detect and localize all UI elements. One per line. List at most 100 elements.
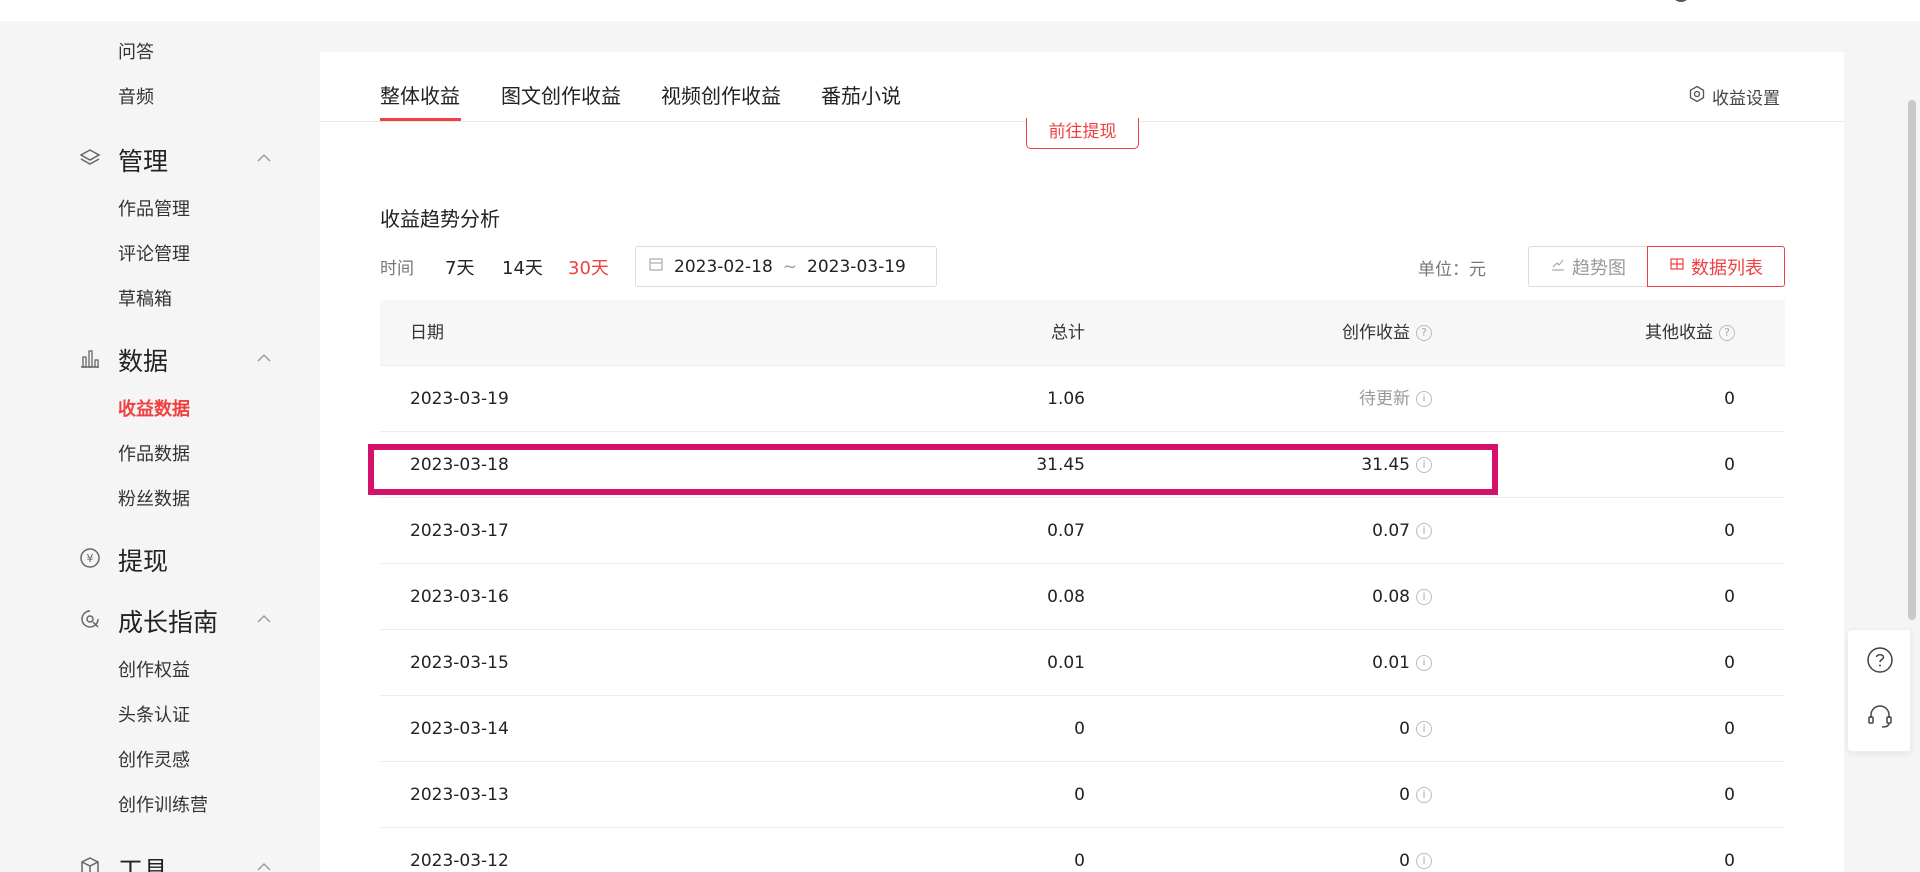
info-icon[interactable]: i	[1416, 391, 1432, 407]
date-separator: ~	[782, 256, 798, 277]
tab-video[interactable]: 视频创作收益	[661, 80, 781, 109]
svg-text:¥: ¥	[87, 552, 94, 565]
info-icon[interactable]: i	[1416, 721, 1432, 737]
cell-total: 1.06	[1047, 389, 1085, 409]
chevron-up-icon[interactable]	[254, 148, 274, 168]
cell-creation-value: 0	[1399, 719, 1410, 739]
range-30-days[interactable]: 30天	[568, 254, 609, 280]
tab-novel[interactable]: 番茄小说	[821, 80, 901, 109]
cell-date: 2023-03-18	[410, 455, 509, 475]
headset-icon	[1866, 702, 1894, 734]
unit-label: 单位：元	[1418, 260, 1486, 280]
table-row: 2023-03-16 0.08 0.08 i 0	[380, 564, 1785, 630]
cell-total: 0.08	[1047, 587, 1085, 607]
chevron-up-icon[interactable]	[254, 609, 274, 629]
cell-date: 2023-03-17	[410, 521, 509, 541]
range-14-days[interactable]: 14天	[502, 254, 543, 280]
info-icon[interactable]: i	[1416, 523, 1432, 539]
help-button[interactable]	[1864, 646, 1896, 678]
sidebar-group-withdraw[interactable]: ¥ 提现	[78, 540, 278, 576]
info-icon[interactable]: i	[1416, 787, 1432, 803]
cell-creation: 0i	[1399, 828, 1432, 872]
tab-active-indicator	[380, 118, 461, 121]
withdraw-button[interactable]: 前往提现	[1026, 118, 1139, 149]
header-other: 其他收益 ?	[1645, 300, 1735, 366]
revenue-settings-link[interactable]: 收益设置	[1688, 84, 1780, 109]
info-icon[interactable]: i	[1416, 655, 1432, 671]
sidebar-item-works-data[interactable]: 作品数据	[118, 440, 190, 466]
sidebar-item-creator-rights[interactable]: 创作权益	[118, 656, 190, 682]
sidebar-item-revenue-data[interactable]: 收益数据	[118, 395, 190, 421]
cell-creation: 31.45 i	[1361, 432, 1432, 498]
cell-creation-value: 待更新	[1359, 389, 1410, 409]
date-end: 2023-03-19	[807, 256, 906, 277]
revenue-table: 日期 总计 创作收益 ? 其他收益 ? 2023-03-19 1.06 待更新 i 0 2…	[380, 300, 1785, 872]
cell-creation: 0i	[1399, 696, 1432, 762]
header-total: 总计	[1051, 323, 1085, 343]
cell-creation-value: 0.07	[1372, 521, 1410, 541]
customer-service-button[interactable]	[1864, 702, 1896, 734]
sidebar-item-qa[interactable]: 问答	[118, 38, 154, 64]
question-circle-icon	[1866, 646, 1894, 678]
cell-total: 0	[1074, 851, 1085, 871]
cell-total: 0.01	[1047, 653, 1085, 673]
cell-date: 2023-03-12	[410, 851, 509, 871]
header-other-label: 其他收益	[1645, 323, 1713, 343]
cell-creation-value: 31.45	[1361, 455, 1410, 475]
help-icon[interactable]: ?	[1416, 325, 1432, 341]
table-body: 2023-03-19 1.06 待更新 i 0 2023-03-18 31.45 31.45 i…	[380, 366, 1785, 872]
line-chart-icon	[1550, 256, 1566, 277]
scrollbar[interactable]	[1908, 100, 1916, 620]
date-range-picker[interactable]: 2023-02-18 ~ 2023-03-19	[635, 246, 937, 287]
cell-other: 0	[1724, 653, 1735, 673]
trend-chart-button[interactable]: 趋势图	[1528, 246, 1648, 287]
info-icon[interactable]: i	[1416, 589, 1432, 605]
sidebar-item-training-camp[interactable]: 创作训练营	[118, 791, 208, 817]
table-row: 2023-03-19 1.06 待更新 i 0	[380, 366, 1785, 432]
help-icon[interactable]: ?	[1719, 325, 1735, 341]
cell-other: 0	[1724, 521, 1735, 541]
trend-chart-label: 趋势图	[1572, 257, 1626, 279]
sidebar-group-data[interactable]: 数据	[78, 340, 278, 376]
chevron-up-icon[interactable]	[254, 857, 274, 872]
header-creation: 创作收益 ?	[1342, 300, 1432, 366]
cell-creation: 待更新 i	[1359, 366, 1432, 432]
date-start: 2023-02-18	[674, 256, 773, 277]
sidebar-group-label: 数据	[118, 347, 169, 376]
sidebar-item-fans-data[interactable]: 粉丝数据	[118, 485, 190, 511]
data-list-button[interactable]: 数据列表	[1647, 246, 1785, 287]
table-icon	[1669, 256, 1685, 277]
bar-chart-icon	[78, 346, 102, 370]
table-row: 2023-03-18 31.45 31.45 i 0	[380, 432, 1785, 498]
tab-overall[interactable]: 整体收益	[380, 80, 460, 109]
chevron-up-icon[interactable]	[254, 348, 274, 368]
table-row: 2023-03-14 0 0 i 0	[380, 696, 1785, 762]
cell-other: 0	[1724, 785, 1735, 805]
sidebar-item-inspiration[interactable]: 创作灵感	[118, 746, 190, 772]
sidebar-item-audio[interactable]: 音频	[118, 83, 154, 109]
data-list-label: 数据列表	[1691, 257, 1763, 279]
sidebar-item-comments[interactable]: 评论管理	[118, 240, 190, 266]
sidebar-group-growth[interactable]: 成长指南	[78, 601, 278, 637]
cell-date: 2023-03-16	[410, 587, 509, 607]
sidebar-group-manage[interactable]: 管理	[78, 140, 278, 176]
sidebar-item-works-manage[interactable]: 作品管理	[118, 195, 190, 221]
info-icon[interactable]: i	[1416, 853, 1432, 869]
sidebar-group-tools[interactable]: 工具	[78, 849, 278, 872]
settings-icon	[1688, 85, 1706, 108]
info-icon[interactable]: i	[1416, 457, 1432, 473]
user-icon[interactable]	[1672, 0, 1690, 2]
cell-creation-value: 0	[1399, 785, 1410, 805]
tab-article[interactable]: 图文创作收益	[501, 80, 621, 109]
compass-icon	[78, 607, 102, 631]
range-7-days[interactable]: 7天	[445, 254, 474, 280]
layers-icon	[78, 146, 102, 170]
cell-creation: 0.07 i	[1372, 498, 1432, 564]
section-title: 收益趋势分析	[380, 207, 500, 231]
sidebar-item-drafts[interactable]: 草稿箱	[118, 285, 172, 311]
sidebar-item-certification[interactable]: 头条认证	[118, 701, 190, 727]
cell-other: 0	[1724, 719, 1735, 739]
floating-toolbar	[1847, 629, 1911, 752]
sidebar-group-label: 工具	[118, 856, 169, 872]
cell-creation-value: 0.01	[1372, 653, 1410, 673]
